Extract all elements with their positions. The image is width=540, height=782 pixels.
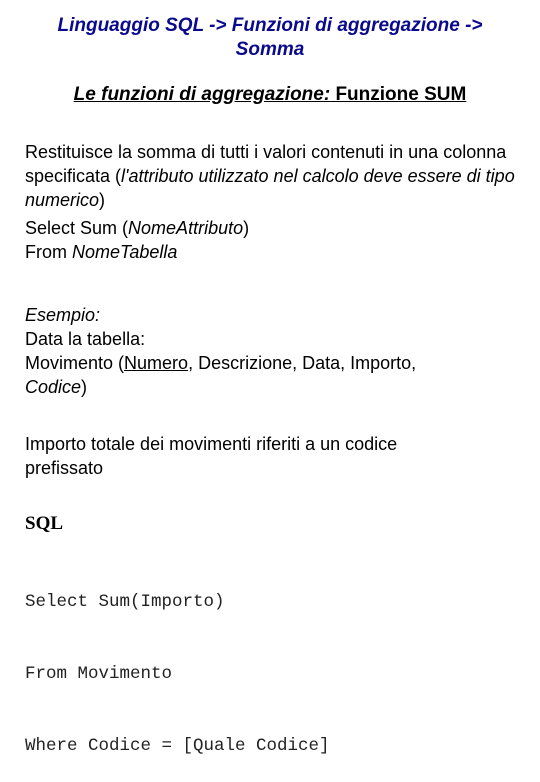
syntax-from-keyword: From [25,242,72,262]
syntax-select-close: ) [243,218,250,238]
sql-line-from: From Movimento [25,664,173,684]
example-block: Esempio: Data la tabella: Movimento (Num… [25,303,525,399]
foreign-key-field: Codice [25,377,82,397]
title-line-1: Linguaggio SQL -> Funzioni di aggregazio… [57,15,483,36]
function-description: Restituisce la somma di tutti i valori c… [25,140,525,212]
subtitle-italic: Le funzioni di aggregazione: [73,84,331,105]
description-close: ) [99,190,106,210]
table-fields: , Descrizione, Data, Importo, [188,353,417,373]
syntax-attribute: NomeAttributo [128,218,244,238]
example-label: Esempio: [25,305,101,325]
primary-key-field: Numero [124,353,189,373]
section-subtitle: Le funzioni di aggregazione: Funzione SU… [0,83,540,107]
syntax-table: NomeTabella [72,242,178,262]
sql-code-block: Select Sum(Importo) From Movimento Where… [25,542,330,782]
example-table-schema: Movimento (Numero, Descrizione, Data, Im… [25,351,525,375]
title-line-2: Somma [235,39,305,60]
sql-line-where: Where Codice = [Quale Codice] [25,736,330,756]
example-intro: Data la tabella: [25,329,146,349]
slide-title: Linguaggio SQL -> Funzioni di aggregazio… [20,14,520,62]
syntax-block: Select Sum (NomeAttributo) From NomeTabe… [25,216,525,264]
table-name: Movimento ( [25,353,125,373]
syntax-select: Select Sum (NomeAttributo) [25,216,525,240]
sql-heading: SQL [25,513,64,534]
syntax-select-keyword: Select Sum ( [25,218,129,238]
query-description: Importo totale dei movimenti riferiti a … [25,434,398,478]
sql-line-select: Select Sum(Importo) [25,592,225,612]
example-table-schema-cont: Codice) [25,375,525,399]
subtitle-normal: Funzione SUM [330,84,467,105]
schema-close: ) [81,377,88,397]
syntax-from: From NomeTabella [25,240,525,264]
